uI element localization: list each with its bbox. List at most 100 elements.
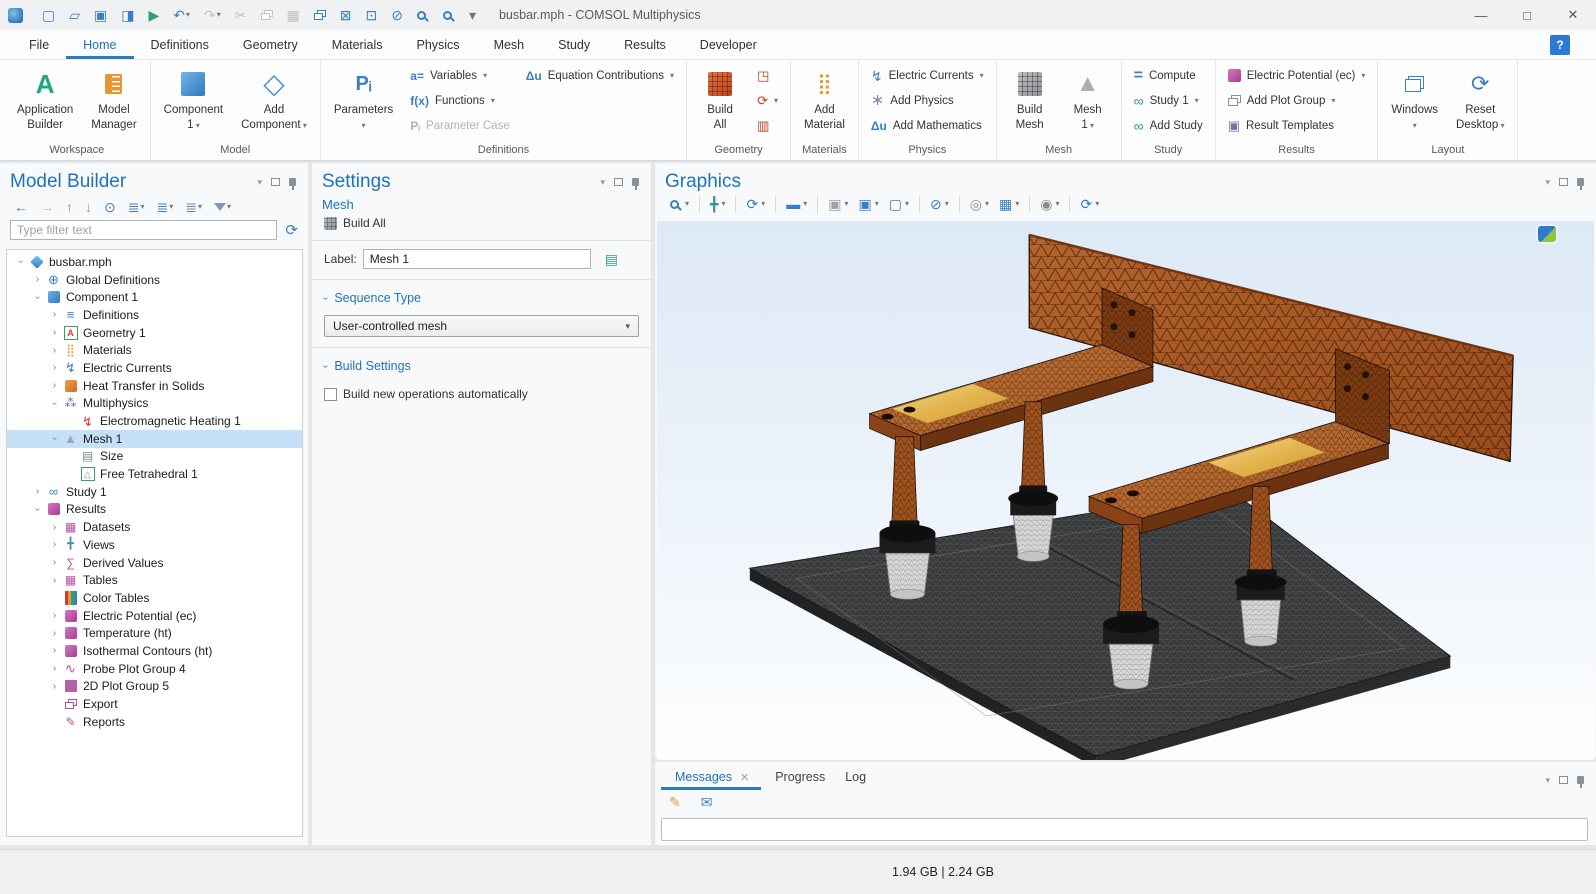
expanded-icon[interactable]: › — [30, 504, 45, 515]
menu-results[interactable]: Results — [607, 30, 683, 59]
tree-item-study-1[interactable]: ›∞Study 1 — [7, 483, 302, 501]
color-theme-button[interactable]: ◉▾ — [1035, 195, 1064, 213]
tree-item-heat-transfer-in-solids[interactable]: ›Heat Transfer in Solids — [7, 377, 302, 395]
tree-item-size[interactable]: ▤Size — [7, 448, 302, 466]
filter-input[interactable] — [10, 220, 277, 240]
build-auto-checkbox[interactable] — [324, 388, 337, 401]
move-up-button[interactable]: ↑ — [62, 199, 77, 215]
build-all-button[interactable]: Build All — [312, 214, 651, 236]
collapsed-icon[interactable]: › — [47, 610, 62, 621]
section-build-settings[interactable]: › Build Settings — [312, 350, 651, 377]
float-icon[interactable] — [1559, 178, 1568, 186]
run-button[interactable]: ▶ — [143, 6, 164, 24]
electric-potential-ribbon-button[interactable]: Electric Potential (ec)▾ — [1221, 63, 1373, 88]
message-settings-button[interactable]: ✉ — [697, 794, 717, 810]
panel-menu-icon[interactable]: ▾ — [257, 177, 262, 188]
close-button[interactable]: ✕ — [1550, 0, 1596, 30]
collapsed-icon[interactable]: › — [47, 663, 62, 674]
label-note-button[interactable]: ▤ — [601, 249, 622, 269]
save-as-button[interactable]: ◨ — [116, 6, 139, 24]
expanded-icon[interactable]: › — [47, 398, 62, 409]
collapsed-icon[interactable]: › — [47, 645, 62, 656]
float-icon[interactable] — [614, 178, 623, 186]
add-plot-group-button[interactable]: Add Plot Group▾ — [1221, 88, 1373, 113]
tab-messages[interactable]: Messages✕ — [661, 762, 761, 790]
search-settings-button[interactable] — [438, 9, 460, 22]
tree-item-electromagnetic-heating-1[interactable]: ↯Electromagnetic Heating 1 — [7, 412, 302, 430]
tree-item-2d-plot-group-5[interactable]: ›2D Plot Group 5 — [7, 678, 302, 696]
tree-item-isothermal-contours-ht[interactable]: ›Isothermal Contours (ht) — [7, 642, 302, 660]
tree-item-free-tetrahedral-1[interactable]: △Free Tetrahedral 1 — [7, 465, 302, 483]
rotate-view-button[interactable]: ⟳▾ — [741, 195, 770, 213]
zoom-in-button[interactable]: ▾ — [665, 198, 694, 211]
add-study-button[interactable]: ∞Add Study — [1127, 113, 1210, 138]
tree-item-electric-potential-ec[interactable]: ›Electric Potential (ec) — [7, 607, 302, 625]
parameters-button[interactable]: PᵢParameters ▾ — [326, 63, 401, 135]
clear-messages-button[interactable]: ✎ — [665, 794, 685, 810]
cut-button[interactable]: ✂ — [230, 6, 252, 24]
go-to-view-button[interactable]: ╋▾ — [705, 195, 730, 213]
collapsed-icon[interactable]: › — [47, 380, 62, 391]
collapsed-icon[interactable]: › — [47, 575, 62, 586]
tree-item-multiphysics[interactable]: ›⁂Multiphysics — [7, 395, 302, 413]
tree-item-reports[interactable]: ✎Reports — [7, 713, 302, 731]
hide-objects-button[interactable]: ⊘▾ — [925, 195, 954, 213]
model-tree-node-text-button[interactable]: ≣▾ — [181, 199, 206, 215]
snapshot-icon[interactable] — [1538, 226, 1556, 242]
component-1-button[interactable]: Component1 ▾ — [156, 63, 231, 135]
menu-materials[interactable]: Materials — [315, 30, 400, 59]
grid-toggle-button[interactable]: ▦▾ — [994, 195, 1024, 213]
tree-item-tables[interactable]: ›▦Tables — [7, 571, 302, 589]
save-button[interactable]: ▣ — [89, 6, 112, 24]
collapsed-icon[interactable]: › — [30, 274, 45, 285]
move-down-button[interactable]: ↓ — [81, 199, 96, 215]
delete-button[interactable]: ⊠ — [335, 6, 357, 24]
expanded-icon[interactable]: › — [47, 433, 62, 444]
refresh-icon[interactable]: ⟳ — [283, 223, 300, 238]
menu-definitions[interactable]: Definitions — [134, 30, 226, 59]
pin-icon[interactable] — [1577, 776, 1584, 784]
tree-item-geometry-1[interactable]: ›AGeometry 1 — [7, 324, 302, 342]
application-builder-button[interactable]: AApplicationBuilder — [9, 63, 81, 135]
collapsed-icon[interactable]: › — [47, 327, 62, 338]
tree-item-color-tables[interactable]: Color Tables — [7, 589, 302, 607]
graphics-3d-view[interactable] — [657, 221, 1594, 760]
panel-menu-icon[interactable]: ▾ — [1545, 177, 1550, 188]
new-file-button[interactable]: ▢ — [37, 6, 60, 24]
tree-item-global-definitions[interactable]: ›⊕Global Definitions — [7, 271, 302, 289]
tree-item-probe-plot-group-4[interactable]: ›∿Probe Plot Group 4 — [7, 660, 302, 678]
tree-item-definitions[interactable]: ›≡Definitions — [7, 306, 302, 324]
pin-icon[interactable] — [632, 178, 639, 186]
reset-desktop-button[interactable]: ⟳ResetDesktop ▾ — [1448, 63, 1512, 135]
close-tab-icon[interactable]: ✕ — [740, 771, 755, 784]
tree-item-derived-values[interactable]: ›∑Derived Values — [7, 554, 302, 572]
go-forward-button[interactable]: → — [36, 199, 58, 215]
pin-icon[interactable] — [1577, 178, 1584, 186]
menu-geometry[interactable]: Geometry — [226, 30, 315, 59]
menu-home[interactable]: Home — [66, 30, 133, 59]
tree-item-results[interactable]: ›Results — [7, 501, 302, 519]
float-icon[interactable] — [271, 178, 280, 186]
paste-button[interactable]: ▦ — [282, 6, 305, 24]
expand-all-button[interactable]: ≣▾ — [124, 199, 149, 215]
go-back-button[interactable]: ← — [10, 199, 32, 215]
virtual-operations-button[interactable]: ▥ — [750, 113, 785, 138]
mesh-1-ribbon-button[interactable]: ▲Mesh1 ▾ — [1060, 63, 1116, 135]
functions-button[interactable]: f(x)Functions▾ — [403, 88, 516, 113]
scene-light-button[interactable]: ▣▾ — [823, 195, 853, 213]
undo-button[interactable]: ↶▾ — [168, 6, 195, 24]
update-geometry-button[interactable]: ⟳▾ — [750, 88, 785, 113]
expanded-icon[interactable]: › — [13, 256, 28, 267]
tree-item-electric-currents[interactable]: ›↯Electric Currents — [7, 359, 302, 377]
help-button[interactable]: ? — [1550, 35, 1570, 55]
collapsed-icon[interactable]: › — [47, 681, 62, 692]
variables-button[interactable]: a=Variables▾ — [403, 63, 516, 88]
wireframe-rendering-button[interactable]: ◎▾ — [965, 195, 994, 213]
pin-icon[interactable] — [289, 178, 296, 186]
collapsed-icon[interactable]: › — [47, 309, 62, 320]
collapsed-icon[interactable]: › — [47, 345, 62, 356]
sequence-type-select[interactable]: User-controlled mesh ▾ — [324, 315, 639, 337]
redo-button[interactable]: ↷▾ — [199, 6, 226, 24]
tree-item-export[interactable]: Export — [7, 695, 302, 713]
mesh-label-input[interactable] — [363, 249, 591, 269]
